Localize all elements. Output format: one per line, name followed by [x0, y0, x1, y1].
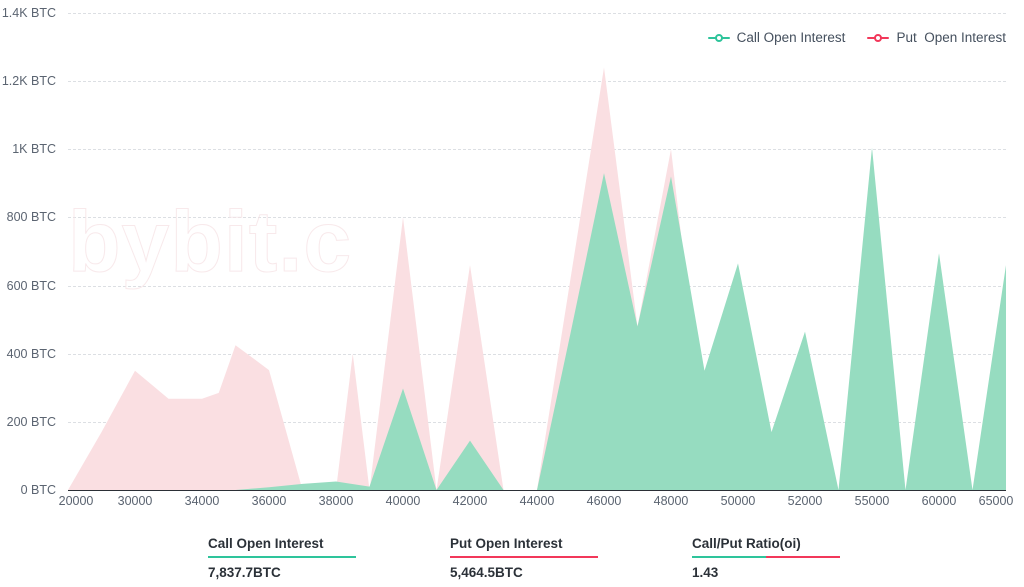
options-open-interest-chart: Call Open Interest Put Open Interest 0 BT…: [0, 0, 1024, 587]
stat-card: Call Open Interest 7,837.7BTC: [208, 536, 450, 580]
x-axis-line: [68, 490, 1006, 491]
stat-title: Call/Put Ratio(oi): [692, 536, 801, 551]
x-axis-tick-label: 50000: [720, 494, 756, 508]
stat-underline: [208, 556, 356, 558]
x-axis-tick-label: 38000: [318, 494, 354, 508]
y-axis-tick-label: 400 BTC: [6, 346, 56, 361]
y-axis-tick-label: 200 BTC: [6, 414, 56, 429]
x-axis-tick-label: 20000: [58, 494, 94, 508]
stat-value: 5,464.5BTC: [450, 565, 523, 580]
x-axis-tick-label: 55000: [854, 494, 890, 508]
plot-area: bybit.c: [67, 13, 1006, 491]
y-axis-tick-label: 0 BTC: [20, 483, 56, 497]
y-axis-tick-label: 800 BTC: [6, 210, 56, 225]
y-axis-ticks: 0 BTC 200 BTC 400 BTC 600 BTC 800 BTC 1K BTC 1…: [0, 6, 62, 497]
stat-card: Call/Put Ratio(oi) 1.43: [692, 536, 934, 580]
stat-card: Put Open Interest 5,464.5BTC: [450, 536, 692, 580]
stat-title: Call Open Interest: [208, 536, 324, 551]
x-axis-tick-label: 48000: [653, 494, 689, 508]
y-axis-tick-label: 600 BTC: [6, 278, 56, 293]
x-axis-tick-label: 65000: [978, 494, 1014, 508]
x-axis-tick-label: 34000: [184, 494, 220, 508]
stat-value: 1.43: [692, 565, 719, 580]
y-axis-tick-label: 1.2K BTC: [1, 74, 56, 89]
x-axis-tick-label: 36000: [251, 494, 287, 508]
x-axis-tick-label: 44000: [519, 494, 555, 508]
x-axis-tick-label: 52000: [787, 494, 823, 508]
summary-stats: Call Open Interest 7,837.7BTC Put Open Int…: [208, 536, 934, 580]
x-axis-tick-label: 46000: [586, 494, 622, 508]
stat-title: Put Open Interest: [450, 536, 563, 551]
y-axis-tick-label: 1K BTC: [12, 142, 56, 157]
x-axis-tick-label: 60000: [921, 494, 957, 508]
series-areas: [68, 67, 1006, 490]
x-axis-tick-label: 42000: [452, 494, 488, 508]
y-axis-tick-label: 1.4K BTC: [1, 6, 56, 20]
stat-underline: [692, 556, 840, 558]
x-axis-tick-label: 40000: [385, 494, 421, 508]
x-axis-ticks: 20000 30000 34000 36000 38000 40000 42000 44000…: [59, 494, 1014, 516]
stat-value: 7,837.7BTC: [208, 565, 281, 580]
x-axis-tick-label: 30000: [117, 494, 153, 508]
stat-underline: [450, 556, 598, 558]
